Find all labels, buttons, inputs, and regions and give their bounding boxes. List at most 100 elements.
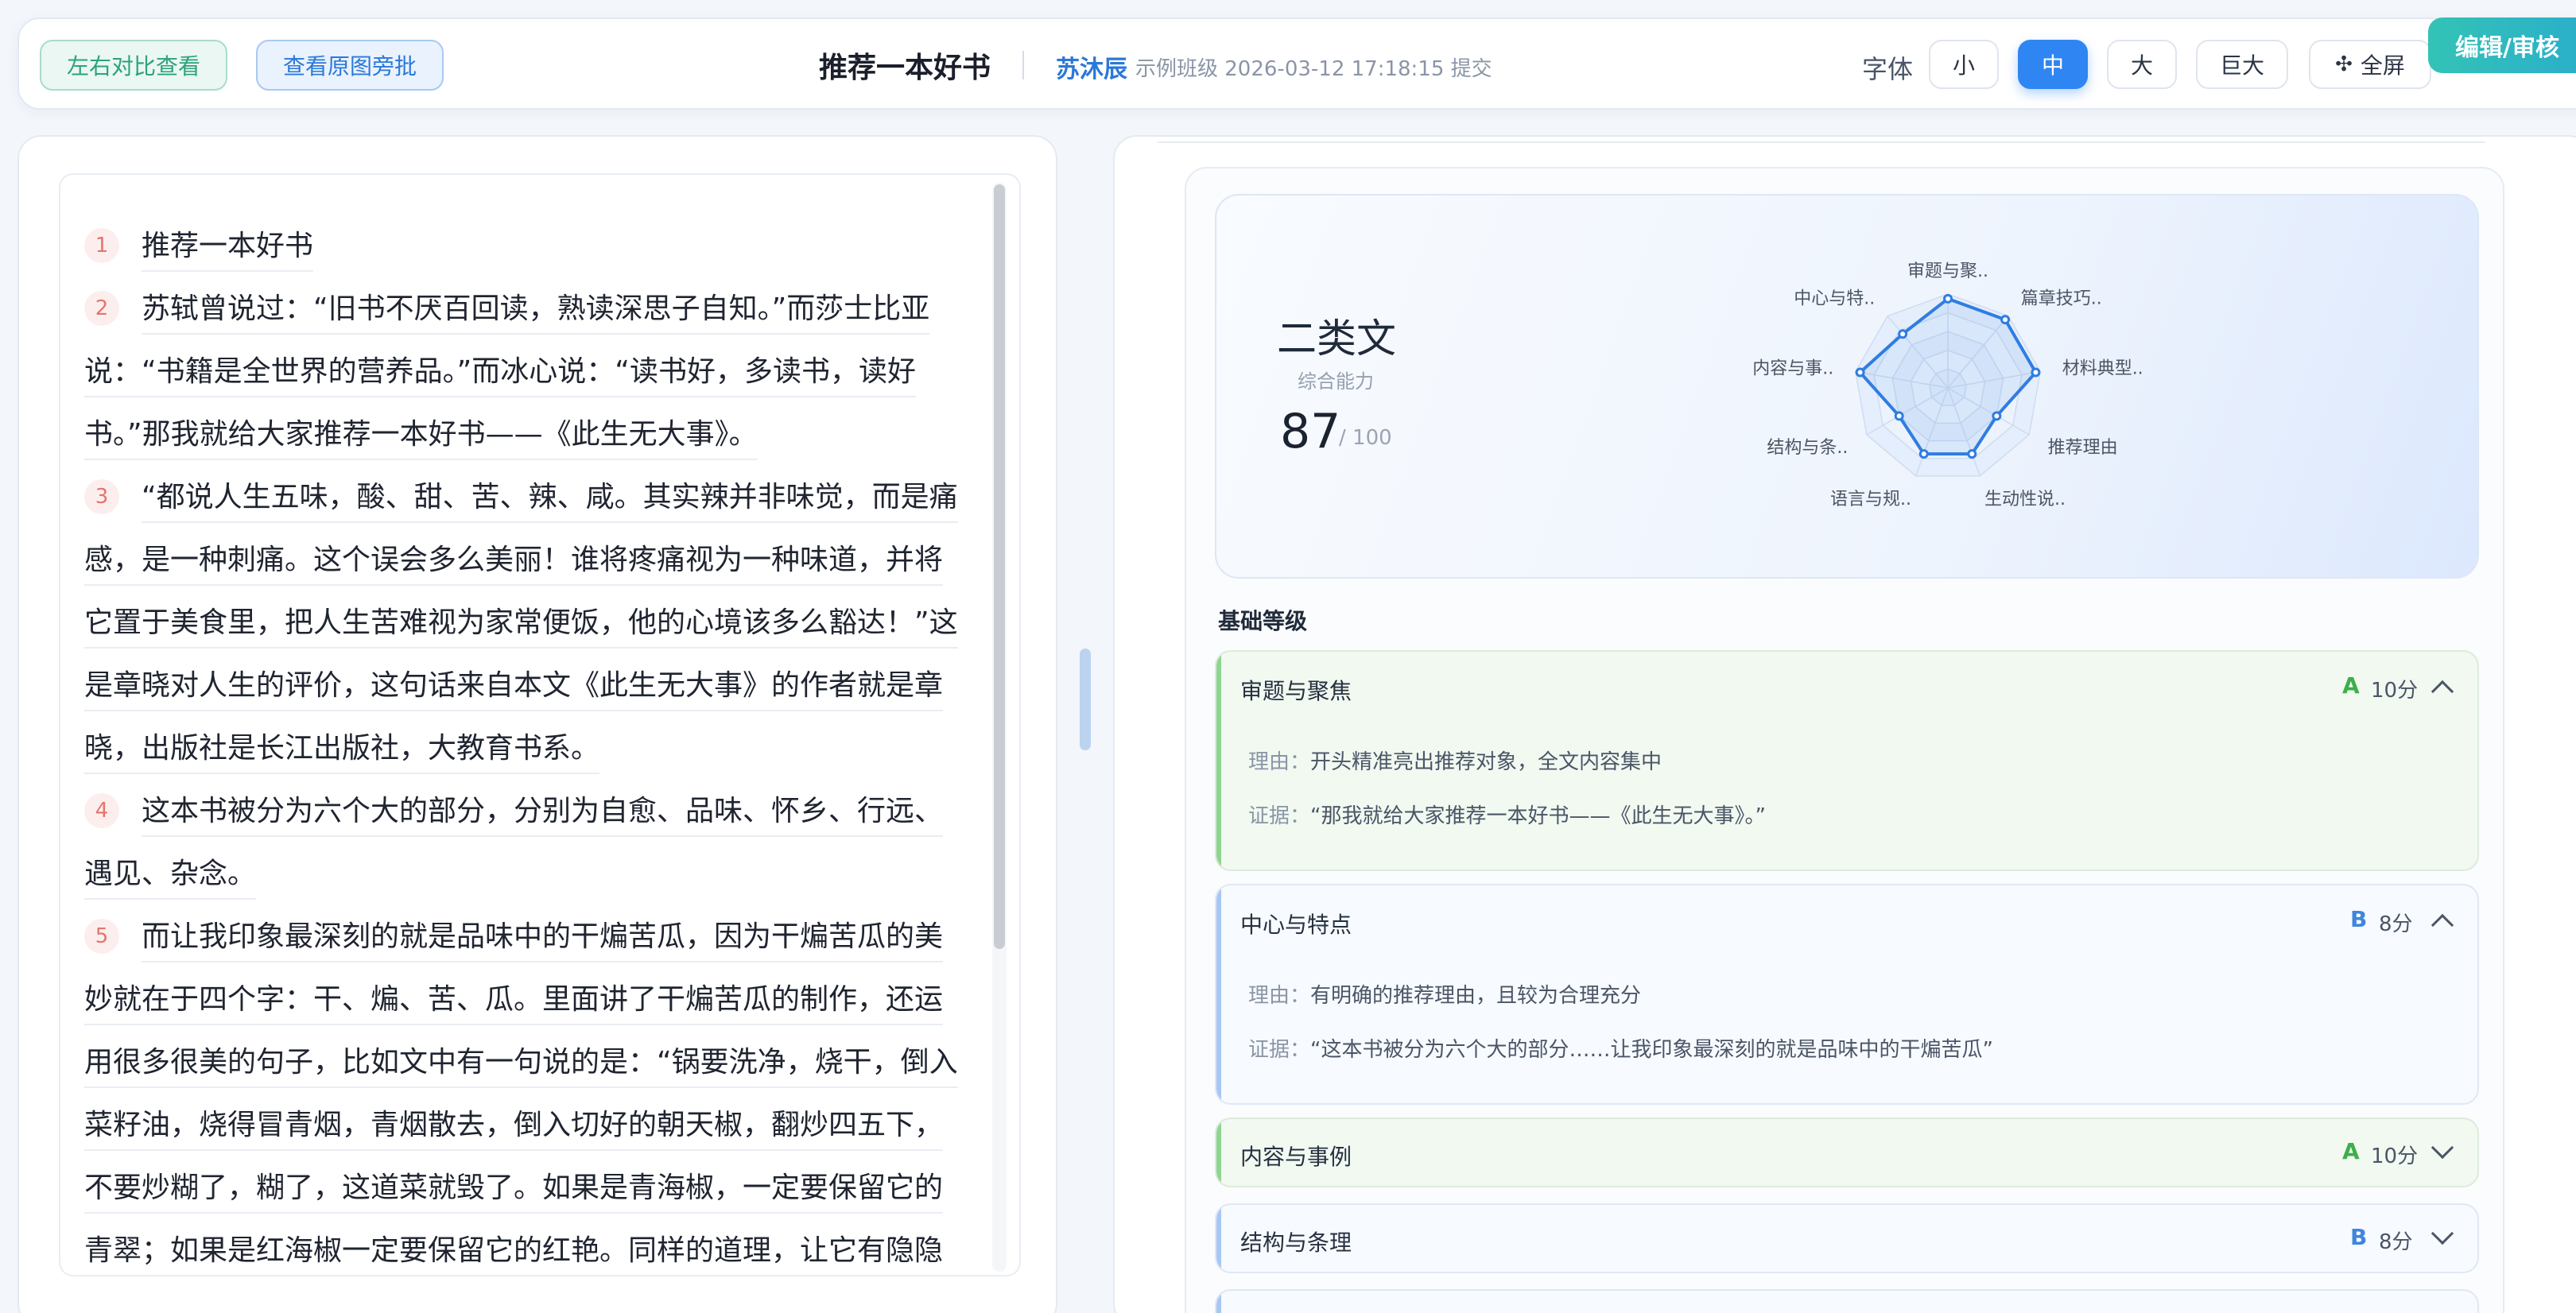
evaluation-panel: 二类文 综合能力 87 / 100 审题与聚.. 篇章技巧.. 材料典型.. 推荐理由… <box>1113 135 2576 1313</box>
essay-line-text: 青翠；如果是红海椒一定要保留它的红艳。同样的道理，让它有隐隐 <box>84 1234 944 1275</box>
essay-line-text: 推荐一本好书 <box>142 230 314 272</box>
essay-line: 是章晓对人生的评价，这句话来自本文《此生无大事》的作者就是章 <box>84 654 1019 717</box>
dimension-grade: A <box>2342 672 2360 699</box>
radar-point <box>1894 411 1904 421</box>
font-size-medium-button[interactable]: 中 <box>2018 40 2088 89</box>
essay-line: 感，是一种刺痛。这个误会多么美丽！谁将疼痛视为一种味道，并将 <box>84 529 1019 591</box>
radar-point <box>1943 293 1953 304</box>
dimension-accent-bar <box>1216 652 1221 870</box>
dimension-card-topic[interactable]: 审题与聚焦 A 10分 理由：开头精准亮出推荐对象，全文内容集中 证据：“那我就… <box>1215 650 2479 871</box>
essay-text-box[interactable]: 1 推荐一本好书 2 苏轼曾说过：“旧书不厌百回读，熟读深思子自知。”而莎士比亚说：“… <box>59 173 1021 1276</box>
side-by-side-compare-button[interactable]: 左右对比查看 <box>40 40 227 91</box>
move-expand-icon: ✣ <box>2335 52 2353 76</box>
dimension-score: 8分 <box>2379 1230 2413 1254</box>
essay-content: 1 推荐一本好书 2 苏轼曾说过：“旧书不厌百回读，熟读深思子自知。”而莎士比亚说：“… <box>84 215 1019 1275</box>
font-size-small-button[interactable]: 小 <box>1929 40 1999 89</box>
essay-line-text: 苏轼曾说过：“旧书不厌百回读，熟读深思子自知。”而莎士比亚 <box>142 292 930 335</box>
font-size-huge-button[interactable]: 巨大 <box>2196 40 2288 89</box>
title-divider <box>1022 51 1024 79</box>
fullscreen-button[interactable]: ✣ 全屏 <box>2309 40 2431 89</box>
collapse-chevron-icon[interactable] <box>2431 680 2454 703</box>
paragraph-number-badge: 5 <box>84 919 119 954</box>
radar-axis-label: 中心与特.. <box>1794 289 1875 309</box>
submission-meta: 示例班级 2026-03-12 17:18:15 提交 <box>1135 57 1492 81</box>
essay-line-text: 它置于美食里，把人生苦难视为家常便饭，他的心境该多么豁达！”这 <box>84 606 958 649</box>
panel-resize-handle[interactable] <box>1080 649 1091 750</box>
radar-axis-label: 结构与条.. <box>1767 438 1848 458</box>
dimension-name: 中心与特点 <box>1240 912 1352 938</box>
radar-axis-label: 推荐理由 <box>2048 438 2118 458</box>
essay-grade-type: 二类文 <box>1277 316 1396 362</box>
radar-point <box>1855 367 1865 378</box>
dimension-score: 8分 <box>2379 912 2413 936</box>
essay-line-text: 说：“书籍是全世界的营养品。”而冰心说：“读书好，多读书，读好 <box>84 355 916 397</box>
essay-line: 用很多很美的句子，比如文中有一句说的是：“锅要洗净，烧干，倒入 <box>84 1031 1019 1094</box>
fullscreen-label: 全屏 <box>2360 52 2405 79</box>
essay-line-text: 书。”那我就给大家推荐一本好书——《此生无大事》。 <box>84 418 758 460</box>
dimension-card-center[interactable]: 中心与特点 B 8分 理由：有明确的推荐理由，且较为合理充分 证据：“这本书被分… <box>1215 884 2479 1105</box>
dimension-name: 内容与事例 <box>1240 1144 1352 1170</box>
dimension-card-structure[interactable]: 结构与条理 B 8分 <box>1215 1203 2479 1273</box>
essay-line: 书。”那我就给大家推荐一本好书——《此生无大事》。 <box>84 403 1019 466</box>
essay-line-text: 而让我印象最深刻的就是品味中的干煸苦瓜，因为干煸苦瓜的美 <box>142 920 944 962</box>
essay-line-text: 菜籽油，烧得冒青烟，青烟散去，倒入切好的朝天椒，翻炒四五下， <box>84 1109 944 1151</box>
dimension-grade: A <box>2342 1138 2360 1164</box>
essay-line: 4 这本书被分为六个大的部分，分别为自愈、品味、怀乡、行远、 <box>84 780 1019 842</box>
section-title-basic-level: 基础等级 <box>1218 608 1308 634</box>
dimension-name: 审题与聚焦 <box>1240 678 1352 704</box>
collapse-chevron-icon[interactable] <box>2431 913 2454 937</box>
dimension-score: 10分 <box>2371 1145 2419 1168</box>
dimension-score: 10分 <box>2371 679 2419 703</box>
essay-line: 青翠；如果是红海椒一定要保留它的红艳。同样的道理，让它有隐隐 <box>84 1219 1019 1275</box>
essay-line: 不要炒糊了，糊了，这道菜就毁了。如果是青海椒，一定要保留它的 <box>84 1156 1019 1219</box>
dimension-evidence: 证据：“那我就给大家推荐一本好书——《此生无大事》。” <box>1248 804 1766 828</box>
essay-line: 说：“书籍是全世界的营养品。”而冰心说：“读书好，多读书，读好 <box>84 340 1019 403</box>
radar-point <box>1992 411 2002 421</box>
dimension-evidence: 证据：“这本书被分为六个大的部分……让我印象最深刻的就是品味中的干煸苦瓜” <box>1248 1038 1993 1062</box>
dimension-name: 结构与条理 <box>1240 1230 1352 1256</box>
dimension-accent-bar <box>1216 1291 1221 1313</box>
paragraph-number-badge: 3 <box>84 479 119 514</box>
total-score: 87 <box>1280 404 1341 459</box>
essay-line: 妙就在于四个字：干、煸、苦、瓜。里面讲了干煸苦瓜的制作，还运 <box>84 968 1019 1031</box>
font-size-large-button[interactable]: 大 <box>2107 40 2177 89</box>
dimension-accent-bar <box>1216 1205 1221 1272</box>
essay-line-text: 用很多很美的句子，比如文中有一句说的是：“锅要洗净，烧干，倒入 <box>84 1046 958 1088</box>
essay-line-text: 晓，出版社是长江出版社，大教育书系。 <box>84 732 600 774</box>
expand-chevron-icon[interactable] <box>2431 1136 2454 1160</box>
paragraph-number-badge: 2 <box>84 291 119 326</box>
essay-line-text: “都说人生五味，酸、甜、苦、辣、咸。其实辣并非味觉，而是痛 <box>142 481 958 523</box>
radar-point <box>1967 449 1977 459</box>
essay-line: 1 推荐一本好书 <box>84 215 1019 277</box>
edit-review-button[interactable]: 编辑/审核 <box>2428 17 2576 73</box>
view-original-annotations-button[interactable]: 查看原图旁批 <box>256 40 444 91</box>
radar-axis-label: 语言与规.. <box>1830 490 1911 509</box>
dimension-accent-bar <box>1216 1119 1221 1186</box>
panel-divider <box>1158 141 2485 143</box>
dimension-card-content[interactable]: 内容与事例 A 10分 <box>1215 1117 2479 1187</box>
expand-chevron-icon[interactable] <box>2431 1222 2454 1245</box>
radar-axis-label: 篇章技巧.. <box>2021 289 2102 309</box>
dimension-reason: 理由：开头精准亮出推荐对象，全文内容集中 <box>1248 750 1662 774</box>
dimension-card-next[interactable] <box>1215 1289 2479 1313</box>
top-toolbar: 左右对比查看 查看原图旁批 推荐一本好书 苏沐辰 示例班级 2026-03-12… <box>17 17 2576 110</box>
dimension-grade: B <box>2350 906 2368 932</box>
ability-label: 综合能力 <box>1298 370 1374 393</box>
essay-line-text: 这本书被分为六个大的部分，分别为自愈、品味、怀乡、行远、 <box>142 795 944 837</box>
font-size-label: 字体 <box>1862 54 1914 84</box>
essay-scroll-thumb[interactable] <box>994 184 1005 949</box>
radar-axis-label: 生动性说.. <box>1984 490 2066 509</box>
paragraph-number-badge: 1 <box>84 228 119 263</box>
radar-point <box>1898 329 1908 339</box>
score-max: / 100 <box>1339 426 1392 450</box>
essay-line: 2 苏轼曾说过：“旧书不厌百回读，熟读深思子自知。”而莎士比亚 <box>84 277 1019 340</box>
dimension-grade: B <box>2350 1224 2368 1250</box>
essay-line: 它置于美食里，把人生苦难视为家常便饭，他的心境该多么豁达！”这 <box>84 591 1019 654</box>
radar-point <box>2000 315 2011 325</box>
essay-line-text: 不要炒糊了，糊了，这道菜就毁了。如果是青海椒，一定要保留它的 <box>84 1172 944 1214</box>
overall-score-card: 二类文 综合能力 87 / 100 审题与聚.. 篇章技巧.. 材料典型.. 推荐理由… <box>1215 194 2479 579</box>
essay-line-text: 是章晓对人生的评价，这句话来自本文《此生无大事》的作者就是章 <box>84 669 944 711</box>
essay-line: 菜籽油，烧得冒青烟，青烟散去，倒入切好的朝天椒，翻炒四五下， <box>84 1094 1019 1156</box>
student-name: 苏沐辰 <box>1056 56 1127 83</box>
essay-line: 5 而让我印象最深刻的就是品味中的干煸苦瓜，因为干煸苦瓜的美 <box>84 905 1019 968</box>
